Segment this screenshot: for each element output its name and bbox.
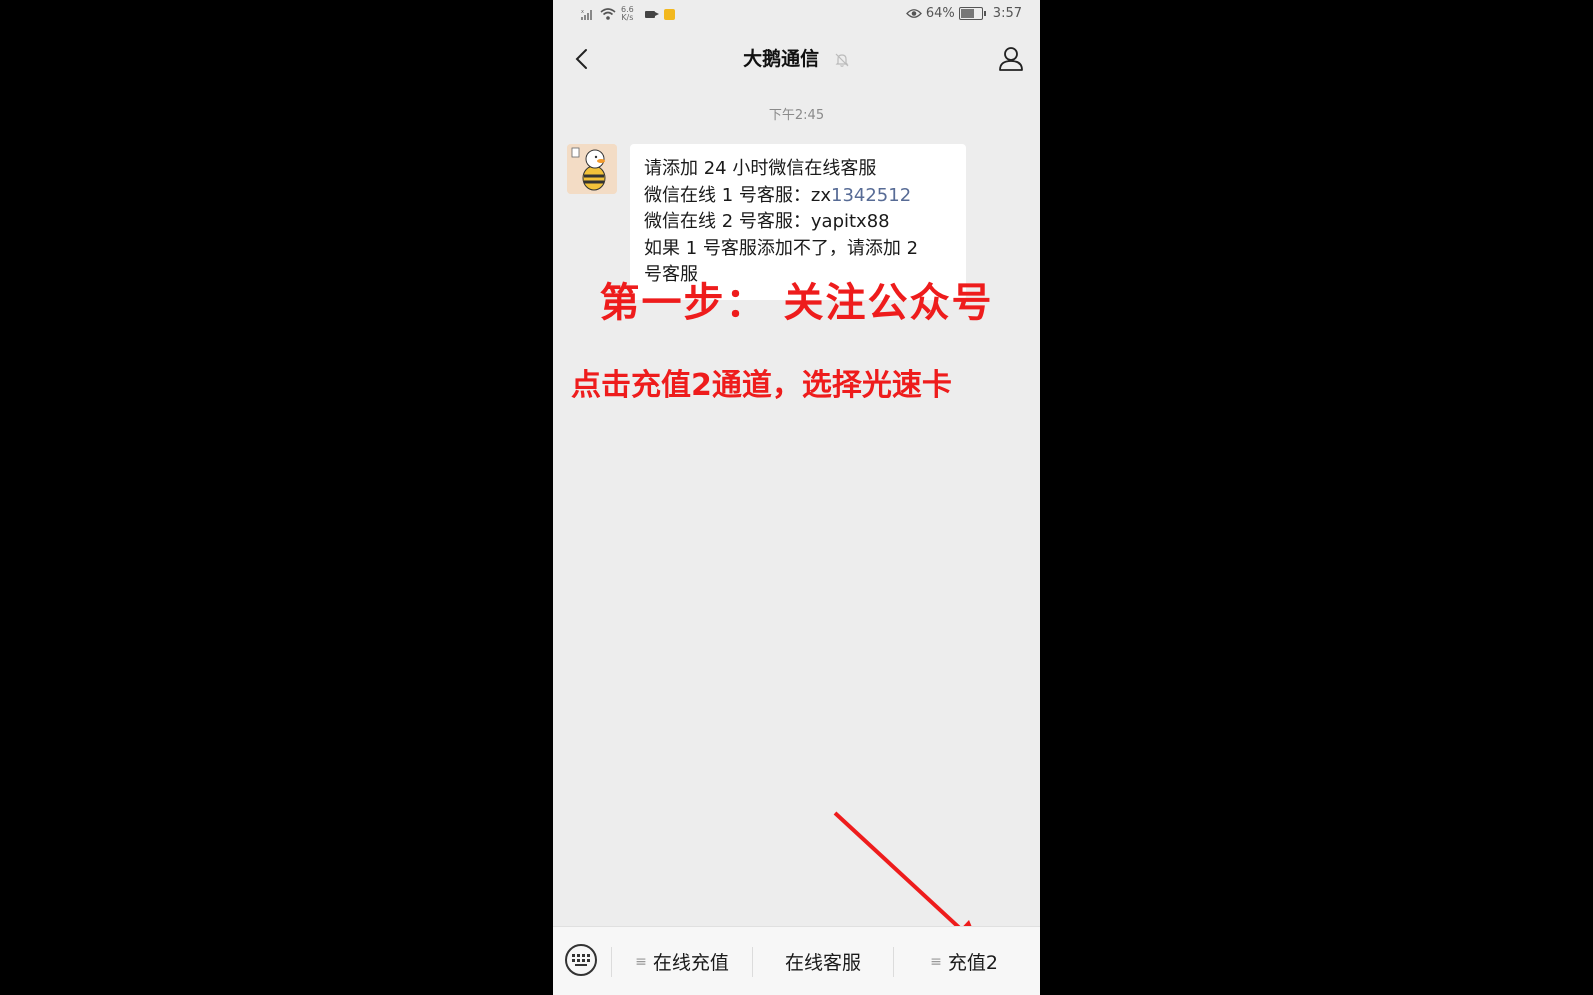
keyboard-icon: [572, 954, 590, 966]
signal-icon: x: [581, 9, 592, 20]
chat-title: 大鹅通信: [553, 44, 1040, 71]
keyboard-toggle-button[interactable]: [565, 944, 597, 976]
svg-text:x: x: [581, 9, 584, 15]
message-line: 微信在线 2 号客服：yapitx88: [644, 211, 890, 232]
phone-screen: x 6.6 K/s 64% 3:57 大鹅通信 下午2:45 请添加 24 小时…: [553, 0, 1040, 995]
battery-icon: [958, 7, 986, 20]
profile-icon[interactable]: [996, 44, 1026, 74]
service-id-link[interactable]: 1342512: [831, 185, 911, 206]
submenu-icon: ≡: [930, 953, 942, 970]
video-icon: [644, 10, 659, 18]
battery-percent: 64%: [925, 6, 955, 21]
message-line: 请添加 24 小时微信在线客服: [644, 158, 877, 179]
overlay-step-heading: 第一步： 关注公众号: [599, 280, 994, 326]
app-notification-icon: [663, 8, 675, 20]
message-timestamp: 下午2:45: [768, 108, 825, 123]
overlay-instruction: 点击充值2通道，选择光速卡: [571, 368, 952, 403]
status-bar: x 6.6 K/s 64% 3:57: [553, 0, 1040, 30]
chat-header: 大鹅通信: [553, 30, 1040, 86]
eye-icon: [906, 9, 922, 18]
wifi-icon: [600, 8, 616, 20]
message-line: 如果 1 号客服添加不了，请添加 2: [644, 237, 919, 259]
menu-item-online-recharge[interactable]: ≡ 在线充值: [612, 927, 752, 995]
menu-item-recharge-2[interactable]: ≡ 充值2: [894, 927, 1034, 995]
avatar[interactable]: [567, 144, 617, 194]
clock: 3:57: [992, 6, 1022, 21]
submenu-icon: ≡: [635, 953, 647, 970]
bee-duck-avatar-icon: [567, 144, 617, 194]
message-line: 微信在线 1 号客服：zx1342512: [644, 184, 912, 206]
mute-icon: [835, 53, 849, 67]
bottom-menu-bar: ≡ 在线充值 在线客服 ≡ 充值2: [553, 926, 1040, 995]
menu-item-online-service[interactable]: 在线客服: [753, 927, 893, 995]
net-speed: 6.6 K/s: [621, 5, 634, 22]
